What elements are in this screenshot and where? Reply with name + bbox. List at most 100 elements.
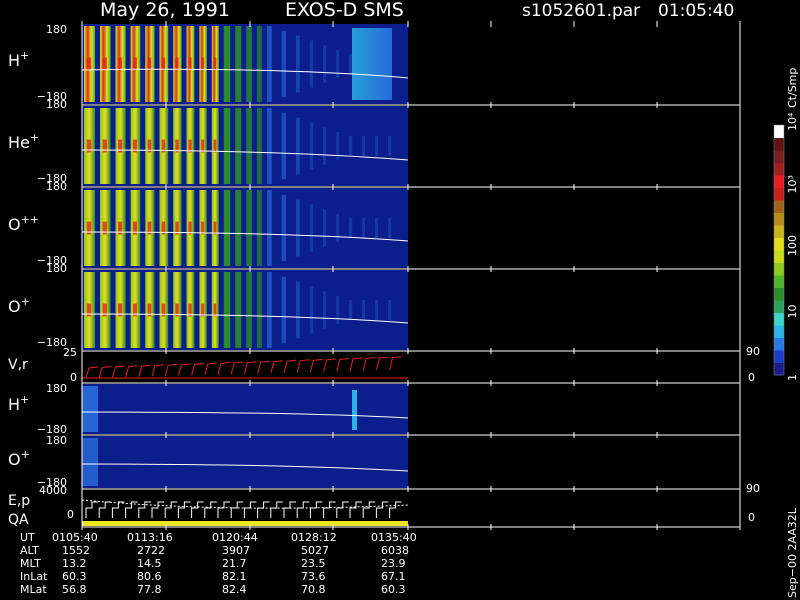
colorbar-swatch	[774, 237, 784, 251]
ep-step	[125, 501, 138, 518]
colorbar-ticks: 1 10 100 10³ 10⁴	[786, 112, 799, 381]
spectrogram-stripe	[223, 26, 231, 102]
ephemeris-cell: 5027	[301, 544, 329, 557]
colorbar-swatch	[774, 337, 784, 351]
header-instrument: EXOS-D SMS	[285, 0, 404, 21]
ep-step	[217, 501, 230, 518]
spectrogram-stripe-peak	[201, 139, 205, 153]
ephemeris-cell: 67.1	[381, 570, 406, 583]
ep-step	[336, 501, 349, 518]
spectrogram-stripe	[388, 136, 392, 156]
label-ep: E,p	[8, 493, 30, 509]
spectrogram-stripe	[349, 300, 353, 320]
spectrogram-stripe	[267, 272, 272, 348]
vr-tooth	[98, 366, 112, 378]
spectrogram-stripe	[296, 281, 300, 339]
panel-labels: H+ He+ O++ O+ V,r H+ O+ E,p QA	[8, 49, 39, 528]
spectrogram-stripe	[349, 218, 353, 238]
spectrogram-stripe	[309, 286, 314, 334]
ep-step	[111, 501, 125, 518]
ephemeris-row-label: MLat	[20, 583, 47, 596]
label-o-pp: O++	[8, 213, 39, 234]
ephemeris-cell: 82.1	[222, 570, 247, 583]
panel-o-plus-2-bg	[82, 436, 408, 488]
footer-stamp: Sep−00 2AA32L	[786, 507, 799, 598]
colorbar-tick-label: 100	[786, 235, 799, 256]
ephemeris-cell: 77.8	[137, 583, 162, 596]
ephemeris-cell: 0105:40	[52, 531, 98, 544]
ephemeris-cell: 0113:16	[127, 531, 173, 544]
spectrogram-stripe	[223, 272, 231, 348]
ep-dotted-curve	[81, 499, 409, 509]
label-o-plus-2: O+	[8, 448, 30, 469]
vr-tooth	[309, 358, 323, 373]
spectrogram-stripe	[296, 199, 300, 257]
vr-tooth	[349, 357, 363, 372]
ephemeris-cell: 21.7	[222, 557, 247, 570]
spectrogram-stripe	[256, 26, 263, 102]
spectrogram-stripe-peak	[161, 57, 166, 71]
spectrogram-stripe	[223, 190, 231, 266]
spectrogram-stripe	[375, 300, 379, 320]
spectrogram-stripe	[309, 40, 314, 88]
spectrogram-stripe	[362, 300, 366, 320]
spectrogram-stripe	[246, 26, 252, 102]
vr-tooth	[323, 358, 336, 372]
vr-tooth	[191, 362, 204, 376]
vr-tooth	[217, 362, 231, 375]
spectrogram-stripe-peak	[213, 303, 217, 317]
label-qa: QA	[8, 512, 29, 528]
ep-step	[151, 501, 164, 518]
spectrogram-stripe	[349, 136, 353, 156]
label-vr: V,r	[8, 357, 28, 373]
ephemeris-cell: 0135:40	[371, 531, 417, 544]
ep-step	[164, 501, 178, 518]
spectrogram-stripe	[256, 190, 263, 266]
spectrogram-stripe	[375, 218, 379, 238]
sms-spectrogram-figure: May 26, 1991 EXOS-D SMS s1052601.par 01:…	[8, 0, 799, 598]
label-he-plus: He+	[8, 131, 39, 152]
vr-tooth	[270, 360, 283, 374]
ephemeris-cell: 13.2	[62, 557, 87, 570]
spectrogram-stripe	[336, 50, 340, 78]
spectrogram-stripe	[296, 117, 300, 175]
spectrogram-stripe-peak	[201, 57, 205, 71]
ephemeris-cell: 60.3	[381, 583, 406, 596]
spectrogram-stripe	[223, 108, 231, 184]
ep-step	[296, 501, 310, 518]
ephemeris-row-label: UT	[20, 531, 35, 544]
o-plus-ymax: 180	[46, 262, 67, 275]
vr-tooth	[296, 359, 310, 373]
ep-step	[283, 501, 296, 518]
ephemeris-cell: 3907	[222, 544, 250, 557]
spectrogram-stripe-peak	[213, 57, 217, 71]
ephemeris-cell: 0120:44	[212, 531, 258, 544]
spectrogram-stripe	[336, 214, 340, 242]
ephemeris-cell: 56.8	[62, 583, 87, 596]
ephemeris-cell: 60.3	[62, 570, 87, 583]
vr-tooth	[375, 356, 389, 371]
o-plus-2-edge-patch	[82, 438, 98, 486]
spectrogram-stripe	[246, 272, 252, 348]
colorbar-tick-label: 10	[786, 305, 799, 319]
ep-step	[243, 501, 257, 518]
spectrogram-stripe-peak	[213, 139, 217, 153]
spectrogram-stripe	[323, 291, 327, 329]
spectrogram-stripe	[281, 30, 286, 98]
spectrogram-stripe	[235, 272, 242, 348]
ephemeris-table: UTALTMLTInLatMLat0105:40155213.260.356.8…	[20, 531, 417, 596]
ep-right-min: 0	[748, 511, 755, 524]
vr-tooth	[243, 361, 257, 374]
ep-step	[177, 501, 191, 518]
o-plus-2-ymax: 180	[46, 434, 67, 447]
h-plus-2-edge-patch	[82, 386, 98, 432]
spectrogram-stripe	[388, 300, 392, 320]
y-axis-labels: 180 −180 180 −180 180 −180 180 −180 25 0…	[37, 23, 77, 521]
vr-tooth	[230, 361, 244, 375]
spectrogram-stripe	[323, 209, 327, 247]
spectrogram-stripe	[336, 296, 340, 324]
colorbar-swatch	[774, 137, 784, 151]
colorbar-swatch	[774, 250, 784, 263]
vr-tooth	[283, 359, 297, 373]
spectrogram-stripe-peak	[102, 57, 107, 71]
